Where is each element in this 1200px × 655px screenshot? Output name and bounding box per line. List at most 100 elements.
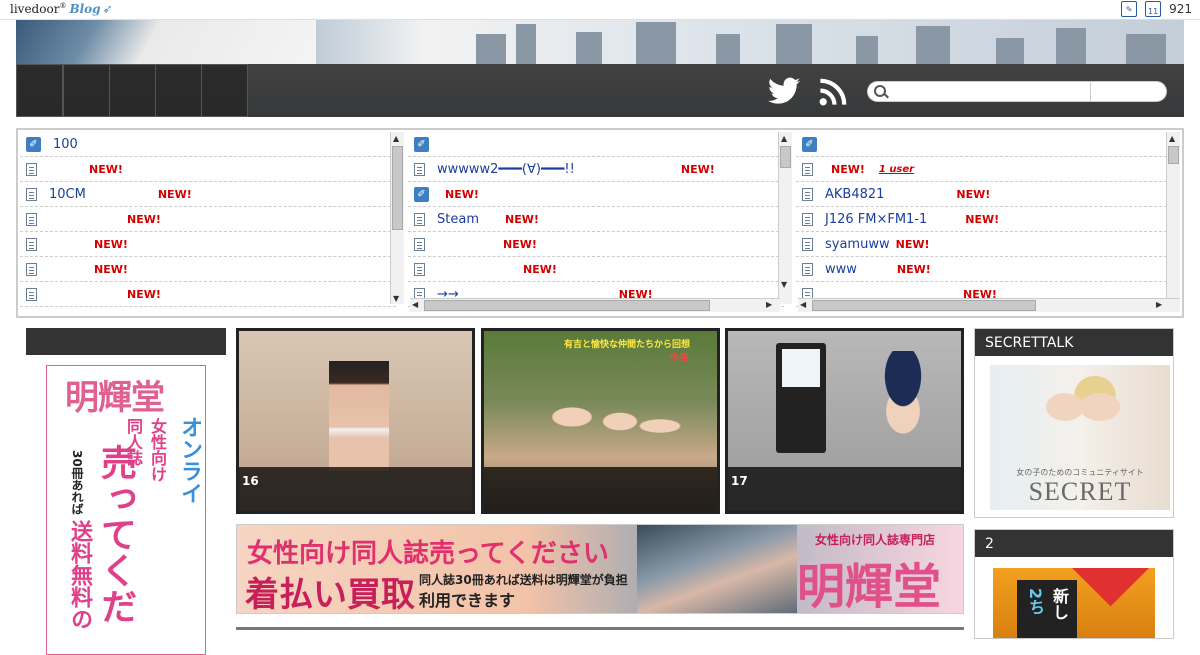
list-item[interactable]: ✐ NEW! bbox=[408, 182, 784, 207]
feed-column-3: ✐ NEW! 1 user AKB4821 NEW! J126 FM×FM1-1 NE… bbox=[796, 132, 1172, 314]
list-item[interactable]: ✐ 100 bbox=[20, 132, 396, 157]
list-item[interactable]: NEW! bbox=[408, 232, 784, 257]
thumbnail-caption: 16 bbox=[239, 467, 472, 511]
ad-logo: 明輝堂 bbox=[65, 378, 165, 418]
scroll-up-icon[interactable]: ▲ bbox=[1169, 134, 1175, 143]
new-badge: NEW! bbox=[956, 187, 991, 201]
list-item[interactable]: NEW! bbox=[20, 282, 396, 307]
doc-icon bbox=[414, 237, 425, 251]
new-badge: NEW! bbox=[94, 237, 128, 251]
thumbnail-badge: 今夜 bbox=[669, 353, 689, 364]
thumbnail-photo bbox=[858, 351, 948, 451]
calendar-icon[interactable]: 11 bbox=[1145, 1, 1162, 17]
twitter-icon[interactable] bbox=[768, 77, 800, 105]
new-badge: NEW! bbox=[680, 162, 715, 176]
building bbox=[1126, 34, 1166, 64]
blog-header bbox=[16, 20, 1184, 117]
scroll-right-icon[interactable]: ▶ bbox=[1156, 300, 1162, 309]
new-badge: NEW! bbox=[831, 162, 865, 176]
list-item[interactable]: J126 FM×FM1-1 NEW! bbox=[796, 207, 1172, 232]
scroll-up-icon[interactable]: ▲ bbox=[393, 134, 399, 143]
video-thumbnail[interactable]: 16 bbox=[236, 328, 475, 514]
doc-icon bbox=[802, 262, 813, 276]
feed-col2-hscroll[interactable]: ◀ ▶ bbox=[410, 298, 780, 312]
feed-column-2: ✐ wwwww2━━━(∀)━━━!! NEW! ✐ NEW! Steam NEW! … bbox=[408, 132, 784, 314]
thumbnail-number: 16 bbox=[242, 474, 259, 488]
doc-icon bbox=[26, 187, 37, 201]
building bbox=[996, 38, 1024, 64]
thumbnail-photo bbox=[329, 361, 389, 471]
scroll-thumb[interactable] bbox=[392, 146, 403, 230]
banner-sub1: 同人誌30冊あれば送料は明輝堂が負担 bbox=[419, 573, 628, 587]
doc-icon bbox=[414, 262, 425, 276]
list-item[interactable]: NEW! bbox=[20, 257, 396, 282]
scroll-up-icon[interactable]: ▲ bbox=[781, 134, 787, 143]
thumbnail-number: 17 bbox=[731, 474, 748, 488]
item-title: J126 FM×FM1-1 bbox=[825, 211, 928, 227]
meikido-banner-ad[interactable]: 女性向け同人誌売ってください 着払い買取 同人誌30冊あれば送料は明輝堂が負担 … bbox=[236, 524, 964, 614]
scroll-left-icon[interactable]: ◀ bbox=[800, 300, 806, 309]
feed-icon: ✐ bbox=[802, 136, 817, 152]
header-photo-corner bbox=[16, 20, 316, 64]
building bbox=[516, 24, 536, 64]
new-badge: NEW! bbox=[896, 262, 931, 276]
list-item[interactable]: NEW! bbox=[20, 207, 396, 232]
feed-icon: ✐ bbox=[414, 186, 429, 202]
banner-tag: 女性向け同人誌専門店 bbox=[815, 533, 936, 547]
edit-icon[interactable]: ✎ bbox=[1121, 1, 1138, 17]
brand-text: livedoor bbox=[10, 2, 60, 16]
secrettalk-ad[interactable]: 女の子のためのコミュニティサイト SECRET TALK bbox=[990, 365, 1170, 510]
nav-thumb-1[interactable] bbox=[16, 64, 63, 117]
matome-ad[interactable]: 新し 2ち bbox=[993, 568, 1155, 638]
list-item[interactable]: 10CM NEW! bbox=[20, 182, 396, 207]
scroll-left-icon[interactable]: ◀ bbox=[412, 300, 418, 309]
matome-widget: 2 新し 2ち bbox=[974, 529, 1174, 639]
nav-thumb-3[interactable] bbox=[109, 64, 156, 117]
nav-thumb-4[interactable] bbox=[155, 64, 202, 117]
ad-text: いつでもどこからでもオンライ bbox=[177, 416, 202, 504]
livedoor-blog-logo[interactable]: livedoor® Blog ➶ bbox=[10, 2, 113, 16]
meikido-vertical-ad[interactable]: 明輝堂 いつでもどこからでもオンライ 女性向け 同人誌 売ってくだ 30冊あれば… bbox=[46, 365, 206, 655]
list-item[interactable]: NEW! bbox=[20, 157, 396, 182]
ad-text: 送料無料の bbox=[67, 520, 92, 630]
ad-text: 2ち bbox=[1026, 588, 1045, 616]
list-item[interactable]: AKB4821 NEW! bbox=[796, 182, 1172, 207]
new-badge: NEW! bbox=[127, 287, 161, 301]
feed-col3-vscroll[interactable]: ▲ bbox=[1166, 132, 1180, 304]
feed-col2-vscroll[interactable]: ▲ ▼ bbox=[778, 132, 792, 304]
scroll-thumb[interactable] bbox=[424, 300, 710, 311]
scroll-thumb[interactable] bbox=[1168, 146, 1179, 164]
list-item[interactable]: ✐ bbox=[408, 132, 784, 157]
rss-icon[interactable] bbox=[819, 78, 847, 106]
nav-thumb-5[interactable] bbox=[201, 64, 248, 117]
list-item[interactable]: NEW! bbox=[408, 257, 784, 282]
scroll-thumb[interactable] bbox=[812, 300, 1036, 311]
scroll-down-icon[interactable]: ▼ bbox=[393, 294, 399, 303]
list-item[interactable]: NEW! bbox=[20, 232, 396, 257]
list-item[interactable]: syamuww NEW! bbox=[796, 232, 1172, 257]
feed-col3-hscroll[interactable]: ◀ ▶ bbox=[798, 298, 1180, 312]
doc-icon bbox=[802, 212, 813, 226]
list-item[interactable]: wwwww2━━━(∀)━━━!! NEW! bbox=[408, 157, 784, 182]
search-icon bbox=[874, 85, 886, 97]
sidebar-header bbox=[26, 328, 226, 355]
item-title: www bbox=[825, 261, 857, 277]
video-thumbnail[interactable]: 有吉と愉快な仲間たちから回想 今夜 bbox=[481, 328, 720, 514]
list-item[interactable]: Steam NEW! bbox=[408, 207, 784, 232]
left-sidebar: 明輝堂 いつでもどこからでもオンライ 女性向け 同人誌 売ってくだ 30冊あれば… bbox=[26, 328, 226, 655]
nav-thumb-2[interactable] bbox=[63, 64, 110, 117]
badge-id-card bbox=[782, 349, 820, 387]
search-input[interactable] bbox=[890, 83, 1086, 100]
feed-col1-vscroll[interactable]: ▲ ▼ bbox=[390, 132, 404, 304]
video-thumbnail[interactable]: 17 bbox=[725, 328, 964, 514]
ad-text: 売ってくだ bbox=[95, 444, 136, 624]
scroll-thumb[interactable] bbox=[780, 146, 791, 168]
list-item[interactable]: www NEW! bbox=[796, 257, 1172, 282]
scroll-down-icon[interactable]: ▼ bbox=[781, 280, 787, 289]
search-box[interactable] bbox=[867, 81, 1167, 102]
list-item[interactable]: ✐ bbox=[796, 132, 1172, 157]
list-item[interactable]: NEW! 1 user bbox=[796, 157, 1172, 182]
scroll-right-icon[interactable]: ▶ bbox=[766, 300, 772, 309]
user-count-link[interactable]: 1 user bbox=[879, 164, 914, 175]
doc-icon bbox=[26, 287, 37, 301]
